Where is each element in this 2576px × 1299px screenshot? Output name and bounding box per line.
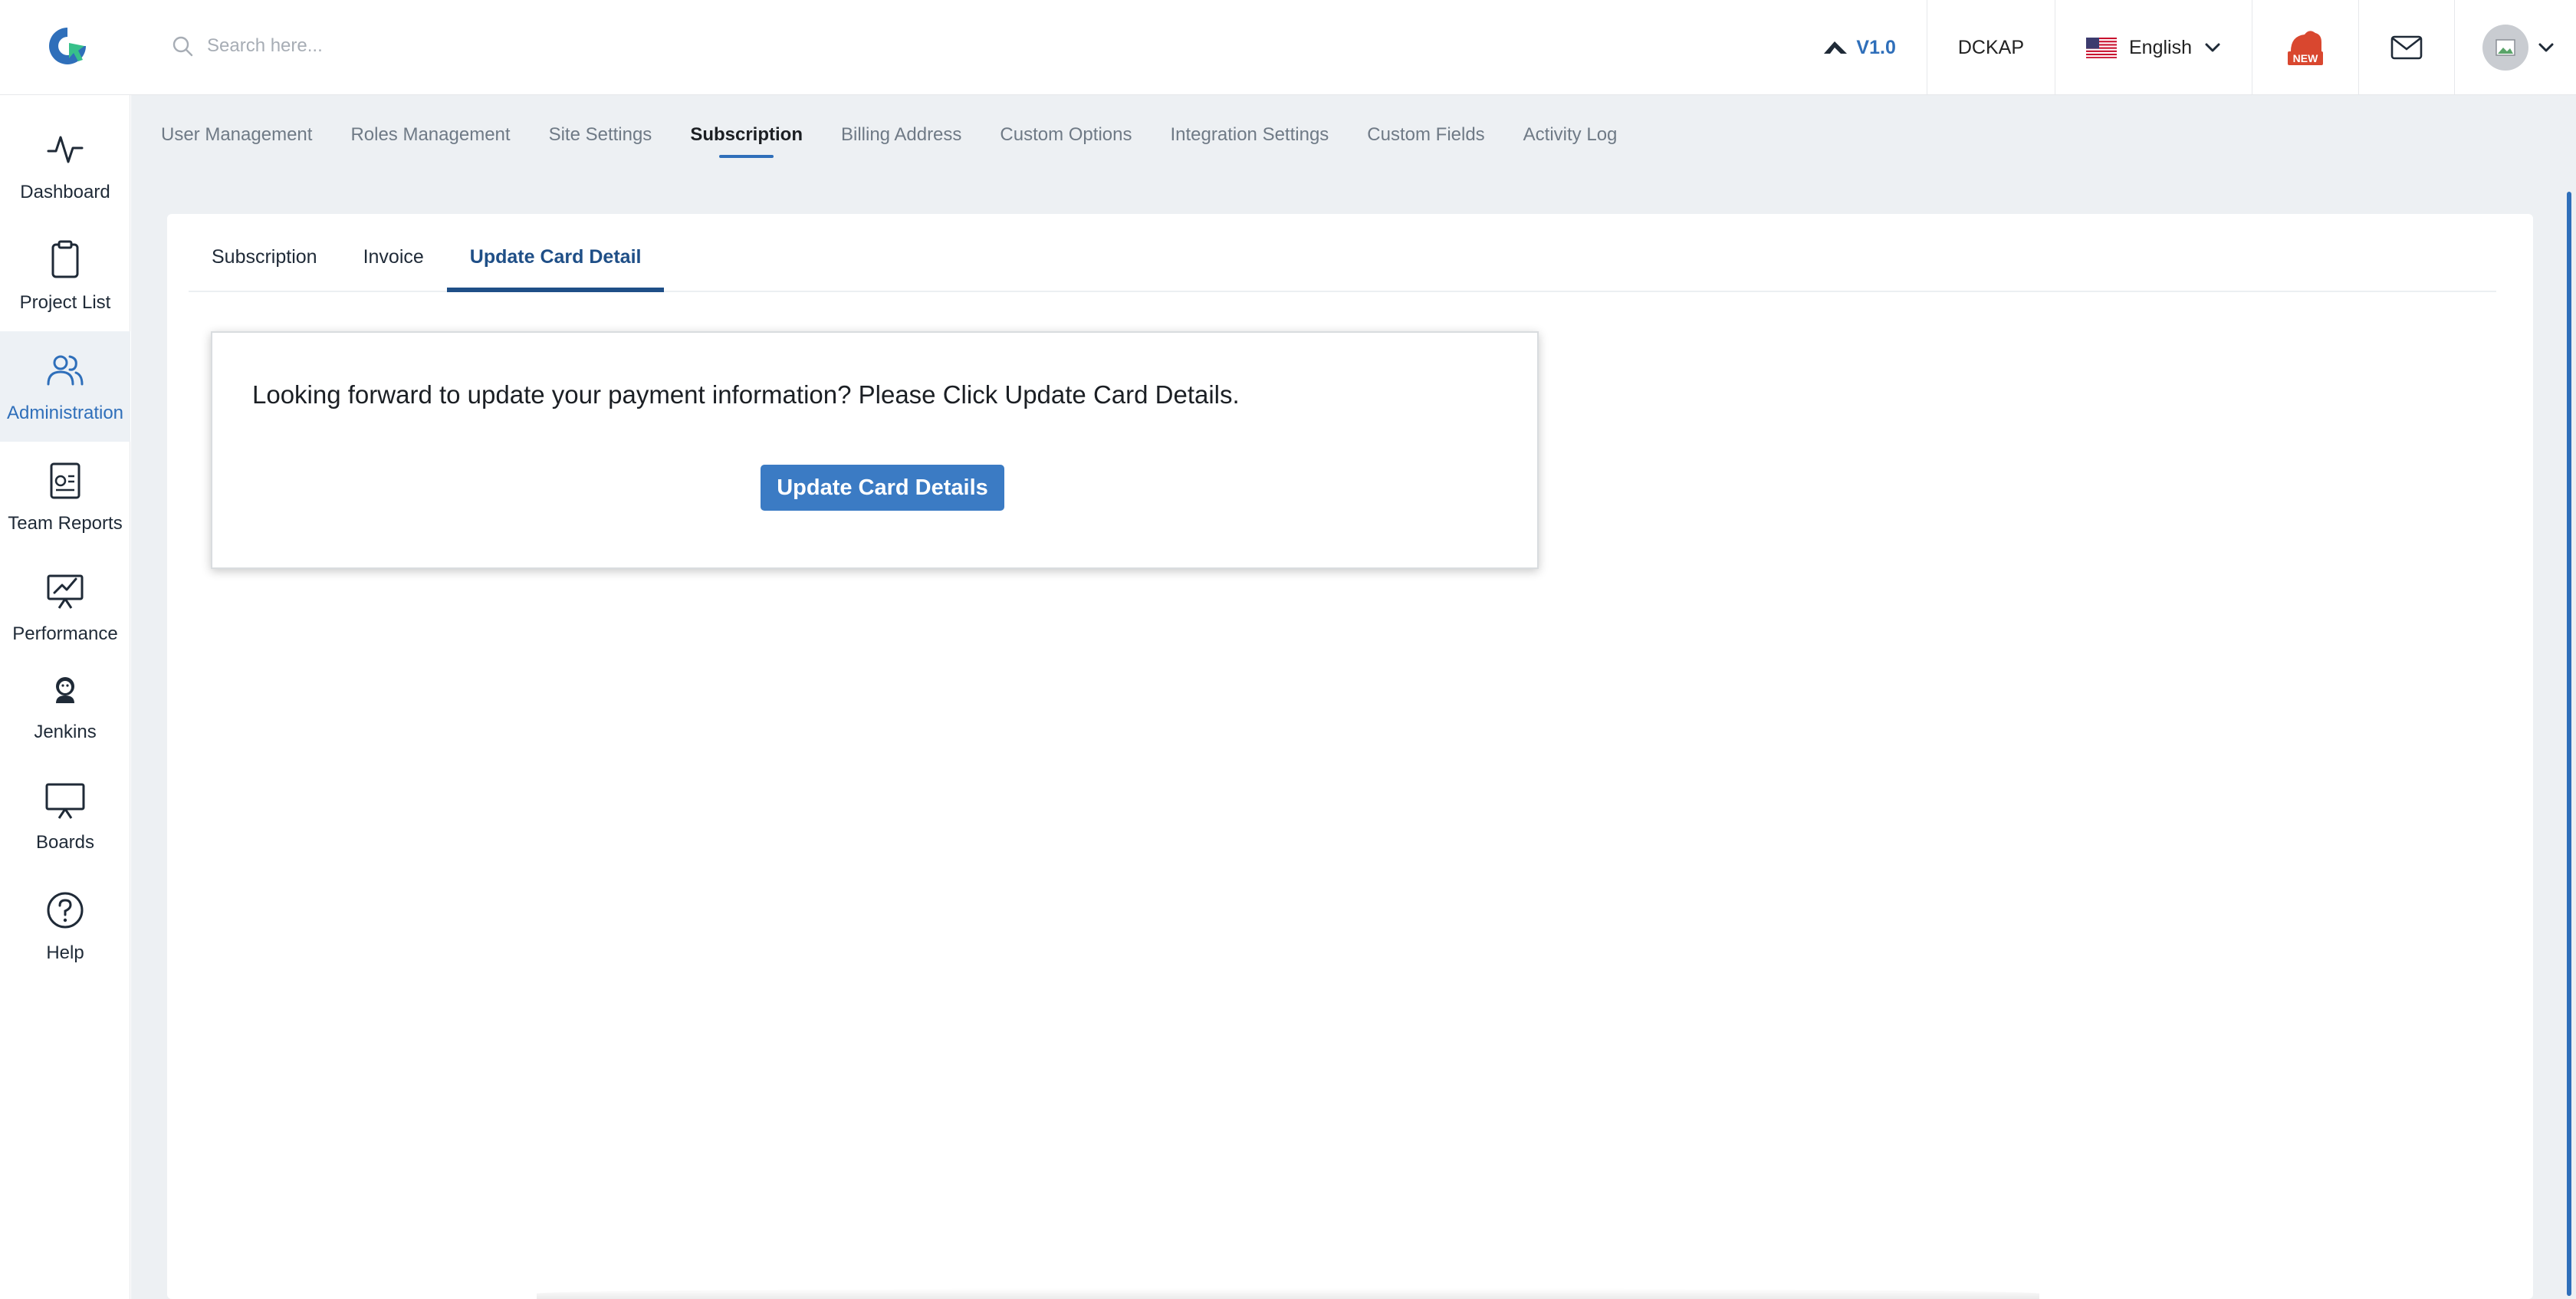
version-label: V1.0 (1856, 36, 1896, 58)
language-label: English (2129, 36, 2192, 58)
topbar-actions: V1.0 DCKAP English NEW (1792, 0, 2576, 95)
company-selector[interactable]: DCKAP (1926, 0, 2055, 95)
tab-site-settings[interactable]: Site Settings (549, 95, 652, 179)
tab-roles-management[interactable]: Roles Management (350, 95, 510, 179)
sub-tab-subscription[interactable]: Subscription (189, 214, 340, 291)
chevron-down-icon (2538, 43, 2554, 52)
language-selector[interactable]: English (2055, 0, 2252, 95)
new-badge-icon: NEW (2288, 31, 2323, 65)
app-logo-icon[interactable] (46, 25, 89, 67)
search-bar[interactable] (170, 31, 742, 61)
update-card-box: Looking forward to update your payment i… (211, 331, 1539, 569)
sidebar-item-label: Performance (12, 623, 118, 644)
tab-custom-fields[interactable]: Custom Fields (1367, 95, 1484, 179)
activity-icon (47, 136, 84, 163)
sidebar-item-boards[interactable]: Boards (0, 761, 130, 871)
company-label: DCKAP (1957, 36, 2024, 58)
sidebar-item-label: Boards (35, 832, 95, 853)
bottom-shadow (537, 1288, 2039, 1299)
sidebar-item-label: Jenkins (34, 722, 97, 742)
subscription-sub-tabs: Subscription Invoice Update Card Detail (189, 214, 2496, 292)
sidebar: Dashboard Project List Administration Te… (0, 95, 130, 1299)
jenkins-icon (56, 677, 74, 703)
sidebar-item-administration[interactable]: Administration (0, 331, 130, 442)
help-icon (47, 892, 84, 929)
sidebar-item-label: Administration (6, 403, 124, 423)
sidebar-item-dashboard[interactable]: Dashboard (0, 110, 130, 221)
sidebar-item-label: Help (46, 942, 84, 963)
clipboard-icon (51, 240, 79, 278)
sidebar-item-jenkins[interactable]: Jenkins (0, 650, 130, 761)
sidebar-item-team-reports[interactable]: Team Reports (0, 442, 130, 552)
user-menu[interactable] (2454, 0, 2576, 95)
top-bar: V1.0 DCKAP English (0, 0, 2576, 95)
avatar[interactable] (2482, 25, 2528, 71)
chevron-down-icon (2205, 43, 2220, 52)
search-icon (172, 36, 193, 57)
tab-activity-log[interactable]: Activity Log (1523, 95, 1618, 179)
search-input[interactable] (205, 35, 742, 58)
sub-tab-update-card-detail[interactable]: Update Card Detail (446, 214, 665, 292)
tab-subscription[interactable]: Subscription (690, 95, 803, 179)
sidebar-item-project-list[interactable]: Project List (0, 221, 130, 331)
sidebar-item-label: Project List (19, 292, 111, 313)
page-scrollbar[interactable] (2567, 192, 2571, 1296)
tab-integration-settings[interactable]: Integration Settings (1170, 95, 1329, 179)
update-card-details-button[interactable]: Update Card Details (761, 465, 1004, 511)
board-icon (45, 783, 85, 819)
report-icon (50, 462, 80, 499)
tab-billing-address[interactable]: Billing Address (841, 95, 961, 179)
admin-tabs: User Management Roles Management Site Se… (161, 95, 1655, 179)
tab-user-management[interactable]: User Management (161, 95, 312, 179)
subscription-panel: Subscription Invoice Update Card Detail … (167, 214, 2533, 1299)
whats-new-button[interactable]: NEW (2252, 0, 2358, 95)
sidebar-item-help[interactable]: Help (0, 871, 130, 982)
mail-icon (2390, 35, 2423, 60)
sidebar-item-label: Team Reports (8, 513, 123, 534)
performance-icon (47, 574, 84, 609)
version-link[interactable]: V1.0 (1792, 0, 1926, 95)
tab-custom-options[interactable]: Custom Options (1000, 95, 1132, 179)
release-icon (1824, 41, 1848, 54)
us-flag-icon (2086, 37, 2117, 58)
sidebar-item-performance[interactable]: Performance (0, 552, 130, 663)
sidebar-item-label: Dashboard (20, 182, 110, 202)
users-icon (47, 355, 84, 386)
broken-image-icon (2496, 39, 2515, 56)
messages-button[interactable] (2358, 0, 2454, 95)
sub-tab-invoice[interactable]: Invoice (340, 214, 447, 291)
update-card-message: Looking forward to update your payment i… (252, 380, 1240, 409)
new-badge-text: NEW (2293, 52, 2318, 64)
